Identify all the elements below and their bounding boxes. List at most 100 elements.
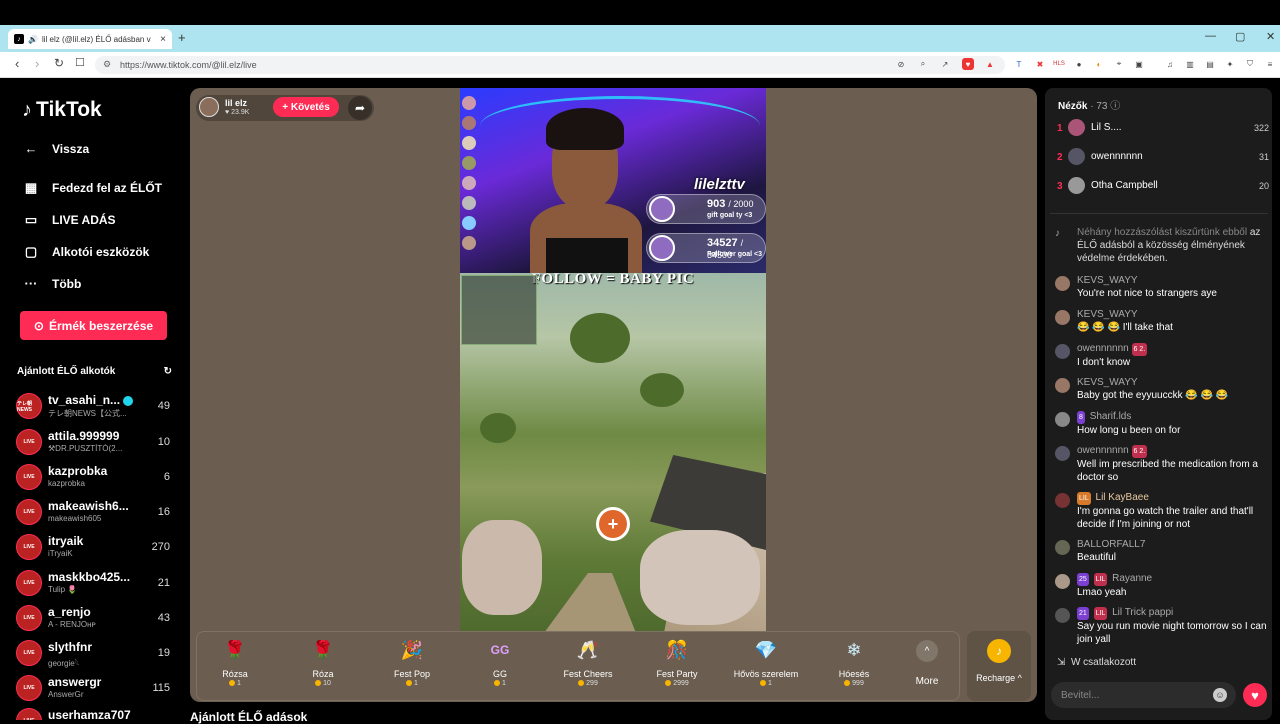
creator-item[interactable]: LIVE maskkbo425... Tulip 🌷 21: [16, 568, 172, 598]
chat-username[interactable]: 8 Sharif.lds: [1077, 410, 1267, 424]
refresh-icon[interactable]: ↻: [164, 366, 172, 377]
forward-arrow-icon[interactable]: ›: [35, 56, 39, 71]
avatar[interactable]: [1055, 493, 1070, 508]
gift-item[interactable]: ❄ Hóesés 999: [814, 637, 894, 688]
chat-username[interactable]: 25 LIL Rayanne: [1077, 572, 1267, 586]
site-info-icon[interactable]: ⚙: [103, 59, 111, 70]
reload-icon[interactable]: ↻: [54, 56, 64, 70]
wallet-icon[interactable]: ▤: [1204, 58, 1216, 70]
chat-username[interactable]: BALLORFALL7: [1077, 538, 1267, 551]
sidebar-icon[interactable]: ▥: [1184, 58, 1196, 70]
back-link[interactable]: ← Vissza: [24, 141, 90, 156]
menu-icon[interactable]: ≡: [1264, 58, 1276, 70]
new-tab-button[interactable]: +: [178, 30, 186, 45]
gift-item[interactable]: 🎉 Fest Pop 1: [372, 637, 452, 688]
creator-item[interactable]: LIVE answergr AnswerGr 115: [16, 673, 172, 703]
media-icon[interactable]: ♫: [1164, 58, 1176, 70]
avatar[interactable]: [1055, 412, 1070, 427]
minimize-icon[interactable]: —: [1205, 30, 1216, 42]
leo-icon[interactable]: ✦: [1224, 58, 1236, 70]
creator-item[interactable]: LIVE attila.999999 ⚒DR.PUSZTÍTÓ(2... 10: [16, 427, 172, 457]
creator-item[interactable]: LIVE makeawish6... makeawish605 16: [16, 497, 172, 527]
gift-item[interactable]: 🥂 Fest Cheers 299: [548, 637, 628, 688]
emoji-icon[interactable]: ☺: [1213, 688, 1227, 702]
brave-shield-icon[interactable]: ♥: [962, 58, 974, 70]
creator-item[interactable]: LIVE a_renjo A - RENJOʜᴘ 43: [16, 603, 172, 633]
no-sound-icon[interactable]: ⊘: [895, 58, 907, 70]
share-icon[interactable]: ➦: [348, 96, 372, 120]
vpn-icon[interactable]: ⛉: [1244, 58, 1256, 70]
chat-username[interactable]: KEVS_WAYY: [1077, 308, 1267, 321]
extension-capture-icon[interactable]: ⌖: [1113, 58, 1125, 70]
top-viewer-row[interactable]: 2 owennnnnn 31: [1057, 148, 1269, 168]
extension-window-icon[interactable]: ▣: [1133, 58, 1145, 70]
viewers-header[interactable]: Nézők · 73 ⓘ: [1058, 97, 1120, 112]
chat-username[interactable]: LIL Lil KayBaee: [1077, 491, 1267, 505]
gifter-avatar: [462, 136, 476, 150]
zoom-icon[interactable]: ⌕: [917, 58, 929, 70]
gift-item[interactable]: 🎊 Fest Party 2999: [637, 637, 717, 688]
host-name[interactable]: lil elz: [225, 98, 247, 108]
gift-name: Róza: [312, 669, 334, 679]
creator-item[interactable]: LIVE slythfnr georgie𓆩 19: [16, 638, 172, 668]
gift-item[interactable]: 🌹 Rózsa 1: [195, 637, 275, 688]
nav-explore-live[interactable]: ▦ Fedezd fel az ÉLŐT: [24, 180, 162, 196]
chat-username[interactable]: 21 LIL Lil Trick pappi: [1077, 606, 1267, 620]
chat-username[interactable]: owennnnnn 6 2.: [1077, 444, 1267, 458]
gift-item[interactable]: GG GG 1: [460, 637, 540, 687]
nav-creator-tools[interactable]: ▢ Alkotói eszközök: [24, 244, 150, 260]
rewards-icon[interactable]: ▲: [984, 58, 996, 70]
hls-extension-icon[interactable]: HLS: [1053, 58, 1065, 70]
get-coins-button[interactable]: ⊙ Érmék beszerzése: [20, 311, 167, 340]
avatar[interactable]: [1055, 574, 1070, 589]
avatar[interactable]: [1055, 276, 1070, 291]
avatar[interactable]: [1055, 446, 1070, 461]
rose-icon: 🌹: [223, 639, 247, 660]
maximize-icon[interactable]: ▢: [1235, 30, 1245, 43]
avatar[interactable]: [1055, 540, 1070, 555]
gift-item[interactable]: 💎 Hővös szerelem 1: [726, 637, 806, 688]
chat-username[interactable]: owennnnnn 6 2.: [1077, 342, 1267, 356]
bookmark-icon[interactable]: ☐: [75, 56, 85, 69]
gift-price: 10: [283, 680, 363, 687]
extension-x-icon[interactable]: ✖: [1034, 58, 1046, 70]
host-avatar[interactable]: [199, 97, 219, 117]
avatar[interactable]: [1055, 310, 1070, 325]
url-field[interactable]: ⚙ https://www.tiktok.com/@lil.elz/live: [95, 56, 1005, 74]
close-window-icon[interactable]: ✕: [1266, 30, 1275, 43]
more-gifts-button[interactable]: ^ More: [912, 640, 942, 687]
share-page-icon[interactable]: ↗: [939, 58, 951, 70]
chat-input[interactable]: Bevitel...: [1051, 682, 1236, 708]
chat-message: owennnnnn 6 2. I don't know: [1055, 342, 1267, 369]
back-arrow-icon[interactable]: ‹: [15, 56, 19, 71]
tiktok-logo[interactable]: ♪ TikTok: [22, 98, 102, 122]
gift-item[interactable]: 🌹 Róza 10: [283, 637, 363, 688]
chat-message: BALLORFALL7 Beautiful: [1055, 538, 1267, 564]
extension-github-icon[interactable]: ●: [1073, 58, 1085, 70]
avatar: LIVE: [16, 708, 42, 720]
recharge-button[interactable]: ♪ Recharge ^: [967, 631, 1031, 701]
viewer-count: 6: [163, 471, 170, 483]
chat-username[interactable]: KEVS_WAYY: [1077, 274, 1267, 287]
chat-username[interactable]: KEVS_WAYY: [1077, 376, 1267, 389]
avatar[interactable]: [1055, 608, 1070, 623]
creator-item[interactable]: LIVE kazprobka kazprobka 6: [16, 462, 172, 492]
creator-sub: makeawish605: [48, 514, 102, 523]
top-viewer-row[interactable]: 3 Otha Campbell 20: [1057, 177, 1269, 197]
follow-button[interactable]: + Követés: [273, 97, 339, 117]
top-viewer-row[interactable]: 1 Lil S.... 322: [1057, 119, 1269, 139]
extension-color-icon[interactable]: ◐: [1093, 58, 1105, 70]
close-tab-icon[interactable]: ×: [160, 34, 166, 45]
translate-icon[interactable]: T: [1013, 58, 1025, 70]
browser-tab[interactable]: ♪ 🔊 lil elz (@lil.elz) ÉLŐ adásban v ×: [8, 29, 172, 49]
creator-item[interactable]: LIVE itryaik iTryaiK 270: [16, 532, 172, 562]
nav-more[interactable]: ··· Több: [24, 276, 82, 291]
creator-item[interactable]: LIVE userhamza707: [16, 706, 172, 720]
creator-item[interactable]: テレ朝 NEWS tv_asahi_n... テレ朝NEWS【公式... 49: [16, 391, 172, 421]
chevron-up-icon: ^: [916, 640, 938, 662]
avatar[interactable]: [1055, 378, 1070, 393]
heart-icon[interactable]: ♥: [1243, 683, 1267, 707]
nav-live[interactable]: ▭ LIVE ADÁS: [24, 212, 116, 228]
avatar[interactable]: [1055, 344, 1070, 359]
info-icon[interactable]: ⓘ: [1110, 101, 1120, 112]
